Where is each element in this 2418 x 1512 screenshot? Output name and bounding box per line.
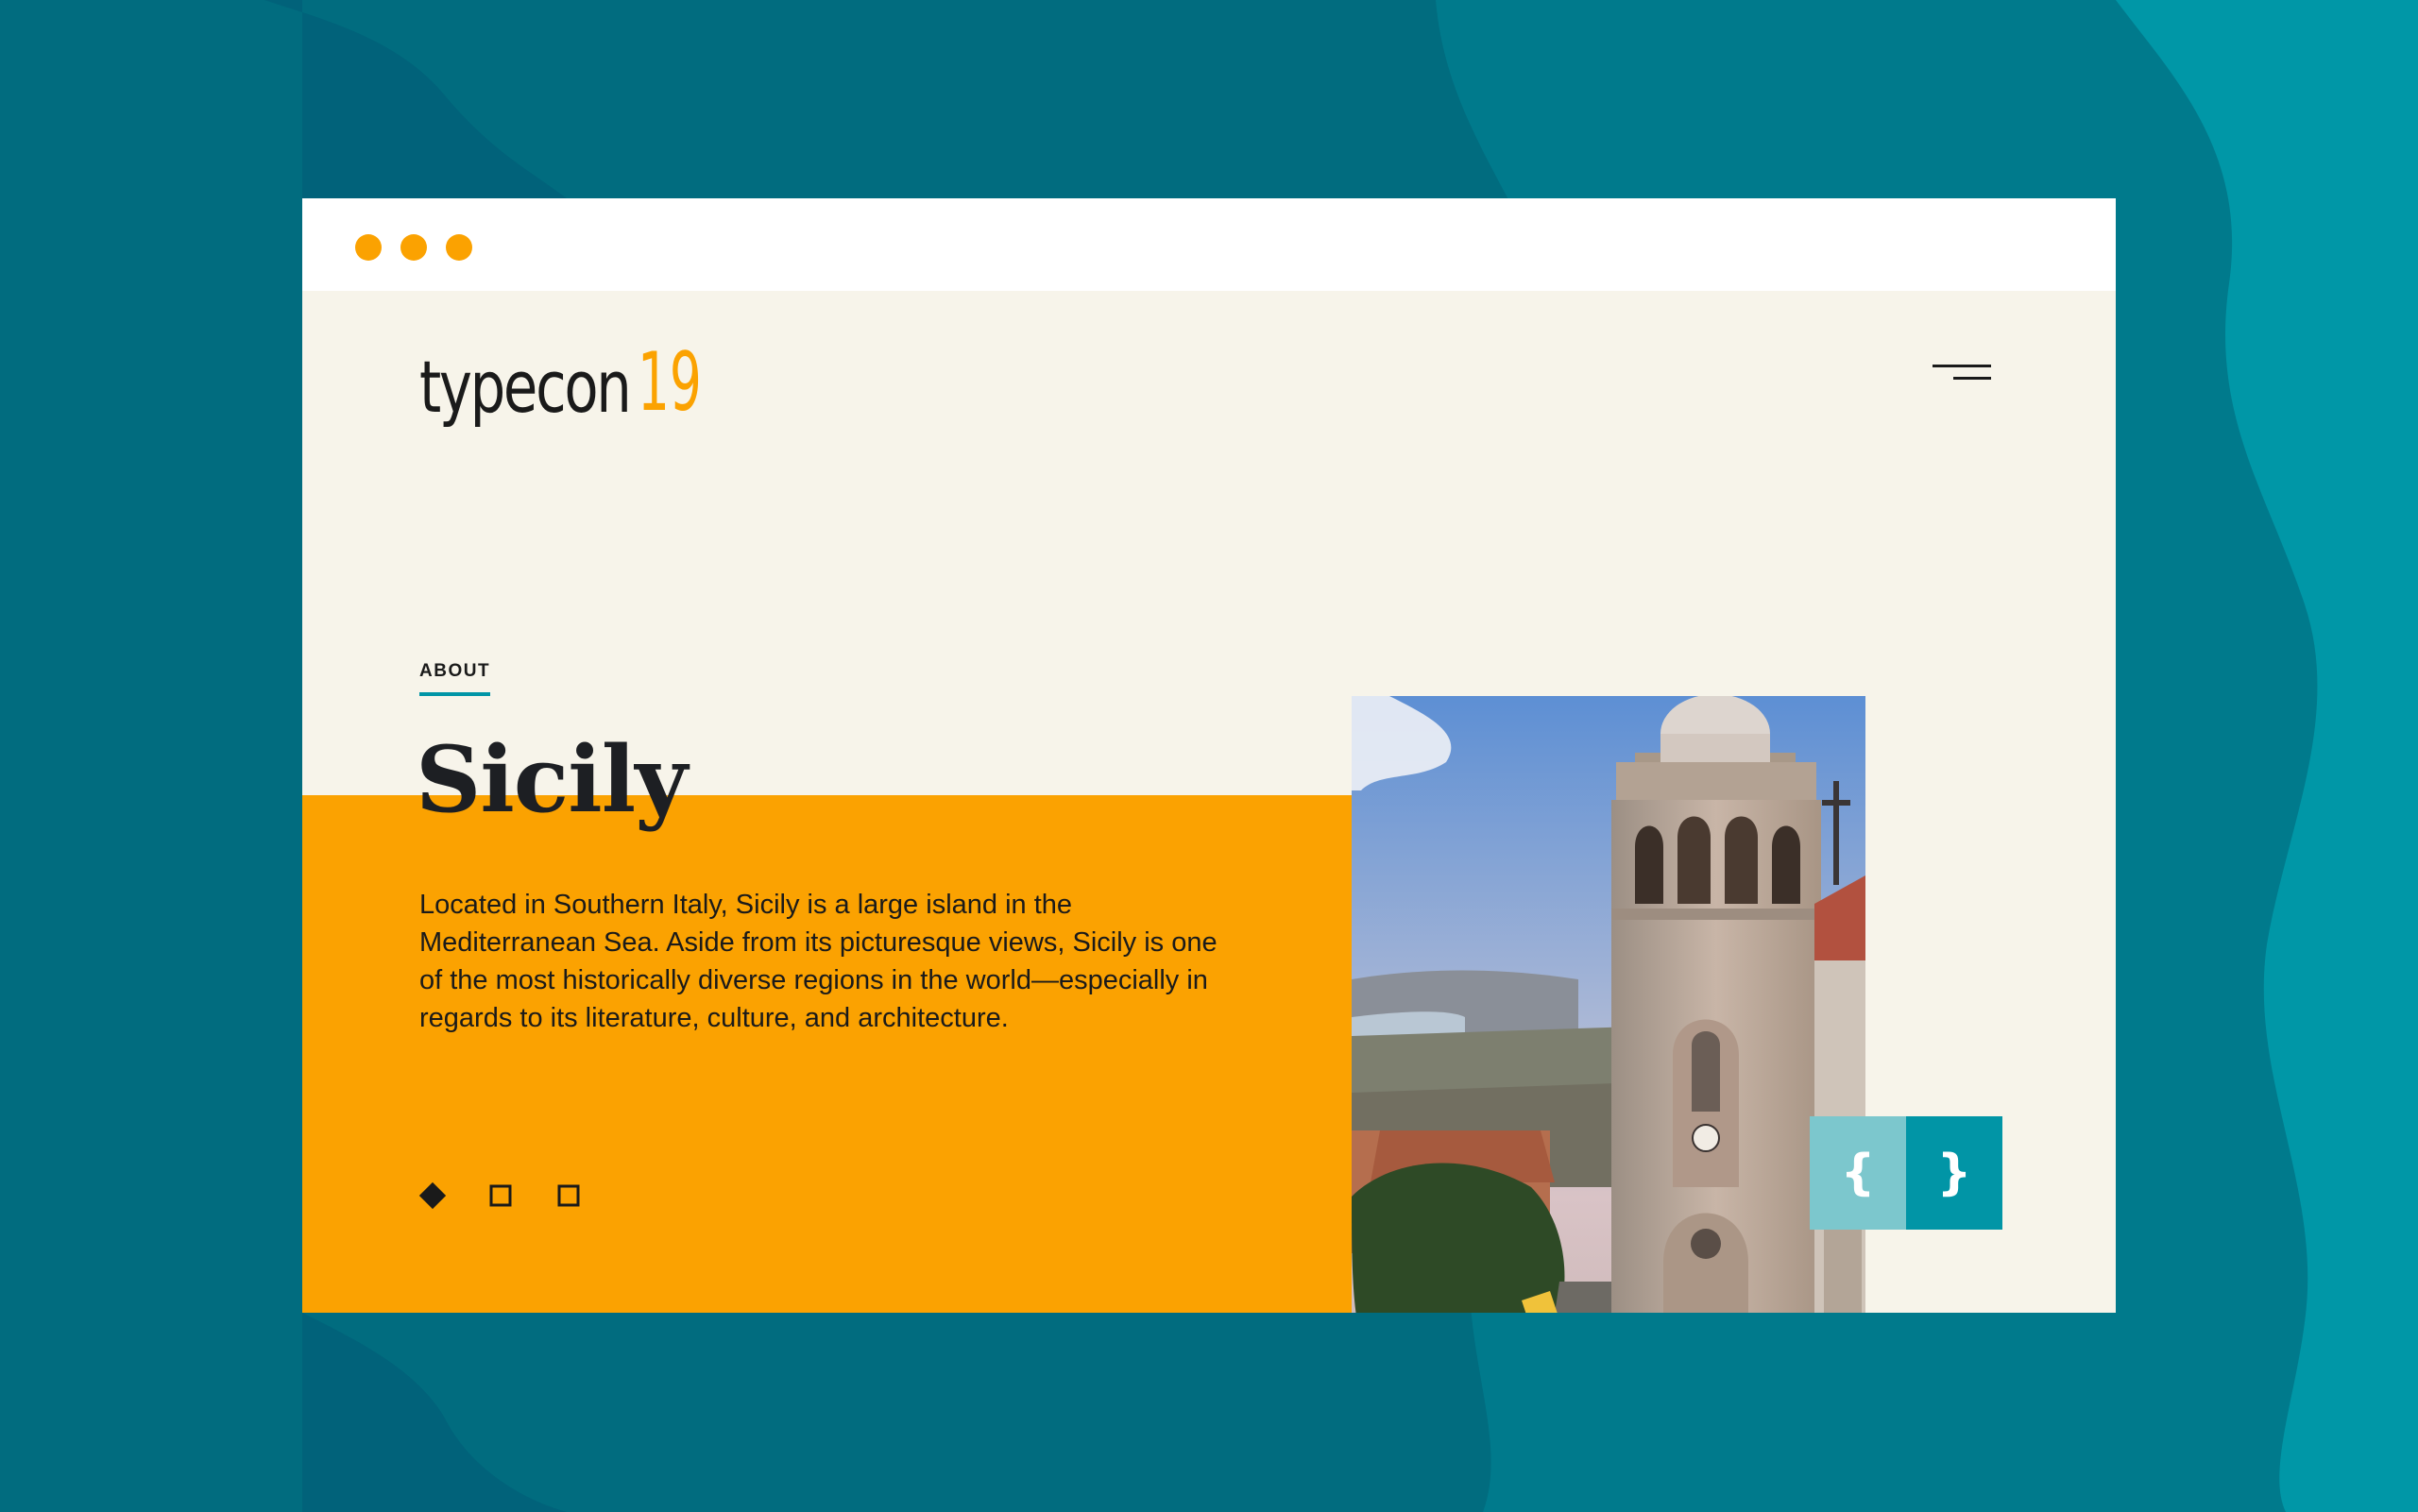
logo-word: typecon (419, 345, 632, 429)
page-viewport: typecon 19 ABOUT Sicily Located in South… (302, 291, 2116, 1313)
typecon-logo[interactable]: typecon 19 (419, 319, 741, 423)
browser-window: typecon 19 ABOUT Sicily Located in South… (302, 198, 2116, 1313)
right-brace-icon: } (1936, 1145, 1972, 1201)
browser-chrome (302, 198, 2116, 291)
diamond-filled-icon (418, 1181, 447, 1210)
menu-bar-bottom (1953, 377, 1991, 380)
left-brace-icon: { (1840, 1145, 1876, 1201)
hero-description: Located in Southern Italy, Sicily is a l… (419, 890, 1218, 1033)
carousel-next-button[interactable]: } (1906, 1116, 2002, 1230)
section-underline (419, 692, 490, 696)
pager-dot-2[interactable] (484, 1179, 518, 1213)
pager-dot-active[interactable] (416, 1179, 450, 1213)
section-label: ABOUT (419, 661, 491, 681)
hamburger-menu-icon[interactable] (1933, 357, 1991, 385)
carousel-arrows: { } (1810, 1116, 2002, 1230)
square-outline-icon (489, 1184, 512, 1207)
logo-number: 19 (638, 335, 703, 430)
bell-tower-photo (1352, 696, 1865, 1313)
photo-illustration (1352, 696, 1865, 1313)
window-dot-2[interactable] (400, 234, 427, 261)
page-title: Sicily (416, 726, 688, 833)
square-outline-icon (557, 1184, 580, 1207)
menu-bar-top (1933, 365, 1991, 367)
pager-dot-3[interactable] (552, 1179, 586, 1213)
carousel-prev-button[interactable]: { (1810, 1116, 1906, 1230)
window-dot-1[interactable] (355, 234, 382, 261)
window-dot-3[interactable] (446, 234, 472, 261)
